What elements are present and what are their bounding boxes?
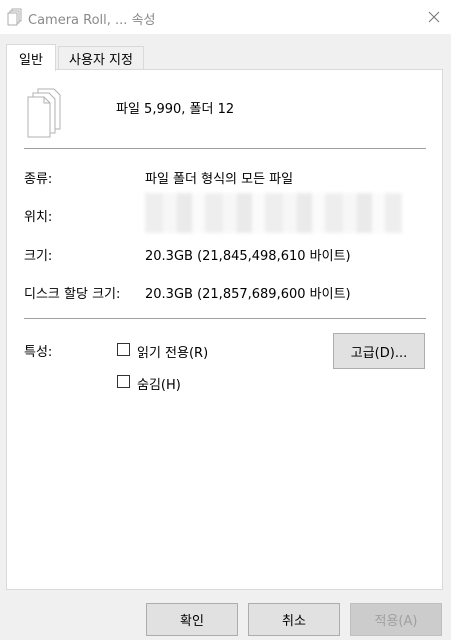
ok-button-label: 확인 [180,614,204,629]
advanced-button[interactable]: 고급(D)... [333,333,425,369]
title-bar: Camera Roll, ... 속성 [0,0,451,34]
separator [24,318,426,319]
readonly-label[interactable]: 읽기 전용(R) [137,342,208,361]
document-stack-icon [7,8,22,26]
window-title: Camera Roll, ... 속성 [28,13,156,28]
advanced-button-label: 고급(D)... [350,345,408,361]
readonly-checkbox[interactable] [117,343,130,356]
ok-button[interactable]: 확인 [146,603,238,636]
separator [24,148,426,149]
tab-general-label: 일반 [19,52,43,68]
file-folder-count: 파일 5,990, 폴더 12 [116,102,235,117]
location-label: 위치: [24,210,53,225]
general-panel: 파일 5,990, 폴더 12 종류: 파일 폴더 형식의 모든 파일 위치: … [6,69,443,590]
hidden-checkbox[interactable] [117,375,130,388]
document-stack-icon [27,88,61,138]
size-label: 크기: [24,249,53,264]
tab-general[interactable]: 일반 [6,44,56,71]
cancel-button[interactable]: 취소 [248,603,340,636]
apply-button[interactable]: 적용(A) [350,603,442,636]
attributes-label: 특성: [24,345,53,360]
type-value: 파일 폴더 형식의 모든 파일 [145,172,294,187]
close-button[interactable] [417,0,451,34]
disk-size-value: 20.3GB (21,857,689,600 바이트) [145,287,351,302]
size-value: 20.3GB (21,845,498,610 바이트) [145,249,351,264]
cancel-button-label: 취소 [282,614,306,629]
close-icon [428,11,440,23]
tab-customize[interactable]: 사용자 지정 [58,46,144,70]
type-label: 종류: [24,172,53,187]
apply-button-label: 적용(A) [374,614,418,629]
disk-size-label: 디스크 할당 크기: [24,287,121,302]
location-value-redacted [145,193,402,233]
hidden-label[interactable]: 숨김(H) [137,374,181,393]
tab-customize-label: 사용자 지정 [69,53,133,68]
